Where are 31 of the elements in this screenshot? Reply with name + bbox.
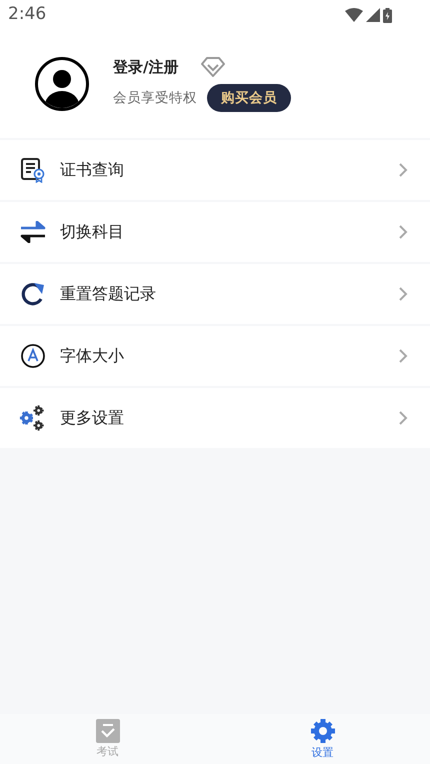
menu-item[interactable]: 切换科目 (0, 202, 430, 262)
menu-label: 切换科目 (60, 221, 125, 243)
login-link[interactable]: 登录/注册 (113, 56, 178, 78)
chevron-right-icon (398, 410, 408, 426)
chevron-right-icon (398, 348, 408, 364)
checklist-icon (96, 719, 120, 743)
menu-item[interactable]: 证书查询 (0, 140, 430, 200)
member-subtitle: 会员享受特权 (113, 89, 197, 108)
chevron-right-icon (398, 224, 408, 240)
diamond-icon (200, 56, 226, 78)
battery-icon (383, 8, 392, 22)
settings-icon (310, 718, 336, 744)
buy-membership-button[interactable]: 购买会员 (207, 84, 291, 112)
certificate-icon (20, 157, 46, 183)
letter-a-icon (20, 343, 46, 369)
menu-label: 字体大小 (60, 345, 125, 367)
wifi-icon (345, 8, 363, 22)
refresh-icon (20, 281, 46, 307)
status-time: 2:46 (8, 3, 46, 26)
menu-item[interactable]: 字体大小 (0, 326, 430, 386)
tab[interactable]: 设置 (215, 714, 430, 764)
menu-label: 证书查询 (60, 159, 125, 181)
menu-label: 重置答题记录 (60, 283, 157, 305)
chevron-right-icon (398, 162, 408, 178)
menu-item[interactable]: 重置答题记录 (0, 264, 430, 324)
menu-item[interactable]: 更多设置 (0, 388, 430, 448)
avatar-icon[interactable] (35, 57, 89, 111)
menu-label: 更多设置 (60, 407, 125, 429)
signal-icon (366, 8, 380, 22)
chevron-right-icon (398, 286, 408, 302)
swap-arrows-icon (20, 221, 46, 243)
